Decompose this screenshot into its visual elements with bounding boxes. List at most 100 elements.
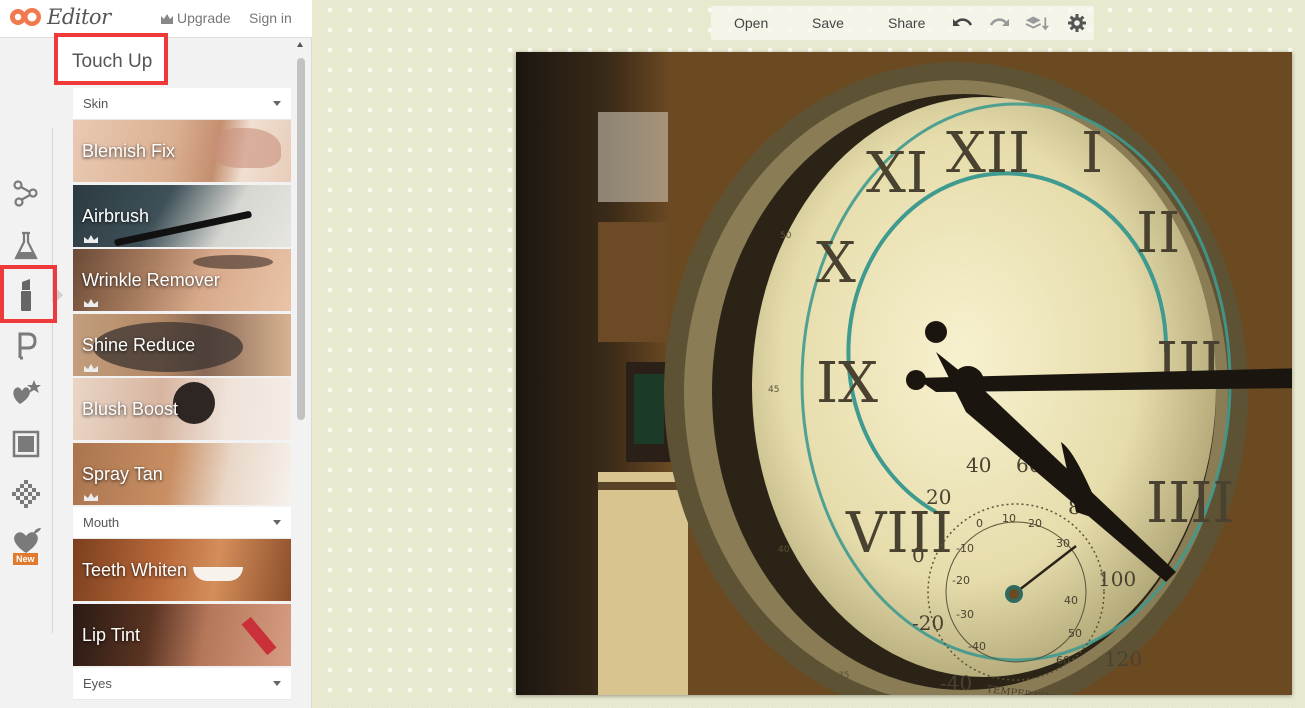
rail-frames[interactable] (4, 424, 48, 464)
gauge-20: 20 (926, 485, 951, 509)
settings-button[interactable] (1065, 11, 1089, 35)
section-mouth-dropdown[interactable]: Mouth (73, 507, 291, 539)
gauge-inner-minus-20: -20 (952, 574, 970, 587)
editor-toolbar: Open Save Share (711, 6, 1094, 40)
flask-icon (14, 231, 38, 260)
undo-icon (953, 18, 973, 26)
tool-category-rail: New (0, 38, 54, 708)
tool-blush-boost[interactable]: Blush Boost (73, 378, 291, 440)
texture-icon (12, 480, 40, 508)
tool-teeth-whiten[interactable]: Teeth Whiten (73, 539, 291, 601)
tile-photo-detail (211, 128, 281, 168)
logo-icon (10, 8, 41, 26)
tile-photo-detail (241, 616, 277, 655)
numeral-x: X (816, 231, 856, 296)
numeral-ix: IX (816, 351, 878, 416)
gauge-inner-60: 60 (1056, 654, 1070, 667)
seasonal-heart-icon (14, 528, 41, 553)
gauge-120: 120 (1104, 647, 1142, 671)
layers-button[interactable] (1025, 11, 1049, 35)
gauge-inner-20: 20 (1028, 517, 1042, 530)
tool-label: Teeth Whiten (82, 560, 188, 580)
gauge-minus-40: -40 (940, 671, 972, 695)
chevron-down-icon (273, 101, 281, 106)
rail-flask[interactable] (4, 226, 48, 266)
layers-sort-icon (1025, 16, 1049, 31)
tile-photo-detail (193, 255, 273, 269)
scroll-thumb[interactable] (297, 58, 305, 420)
stickers-icon (13, 380, 41, 404)
numeral-xi: XI (866, 141, 928, 206)
gauge-inner-0: 0 (976, 517, 983, 530)
tool-wrinkle-remover[interactable]: Wrinkle Remover (73, 249, 291, 311)
gauge-inner-10: 10 (1002, 512, 1016, 525)
numeral-ii: II (1136, 201, 1180, 266)
panel-scrollbar[interactable] (296, 40, 306, 708)
gauge-minus-20: -20 (912, 611, 944, 635)
gear-icon (1068, 14, 1086, 32)
section-skin-dropdown[interactable]: Skin (73, 88, 291, 120)
tool-shine-reduce[interactable]: Shine Reduce (73, 313, 291, 376)
minute-45: 45 (768, 385, 779, 395)
numeral-xii: XII (946, 121, 1030, 186)
frame-icon (12, 430, 40, 458)
touch-up-tool-list: Skin Blemish Fix Airbrush Wrinkle Remove… (73, 88, 291, 700)
crown-icon (161, 13, 173, 24)
tool-blemish-fix[interactable]: Blemish Fix (73, 120, 291, 182)
tool-label: Airbrush (82, 205, 150, 226)
text-p-icon (18, 332, 37, 360)
premium-crown-icon (84, 363, 98, 372)
gauge-inner-minus-40: -40 (968, 640, 986, 653)
tool-label: Wrinkle Remover (82, 270, 220, 290)
chevron-down-icon (273, 681, 281, 686)
tool-label: Blemish Fix (82, 141, 176, 161)
photo-canvas[interactable]: XII I II III IIII VIII IX X XI 55 50 45 … (516, 52, 1292, 695)
rail-effects[interactable] (4, 173, 48, 213)
gauge-inner-minus-30: -30 (956, 608, 974, 621)
section-label: Eyes (83, 676, 112, 691)
gauge-100: 100 (1098, 567, 1136, 591)
rail-textures[interactable] (4, 474, 48, 514)
rail-touch-up[interactable] (4, 275, 48, 315)
gauge-inner-30: 30 (1056, 537, 1070, 550)
rail-text[interactable] (4, 325, 48, 365)
gauge-0: 0 (912, 543, 925, 567)
minute-55: 55 (844, 95, 855, 105)
tool-label: Blush Boost (82, 399, 179, 419)
premium-crown-icon (84, 299, 98, 307)
tool-airbrush[interactable]: Airbrush (73, 184, 291, 247)
tool-spray-tan[interactable]: Spray Tan (73, 442, 291, 505)
tool-label: Lip Tint (82, 624, 141, 645)
tile-photo-detail (193, 567, 243, 581)
share-button[interactable]: Share (888, 15, 925, 31)
chevron-down-icon (273, 520, 281, 525)
upgrade-link[interactable]: Upgrade (160, 10, 231, 26)
minute-40: 40 (778, 545, 790, 555)
section-eyes-dropdown[interactable]: Eyes (73, 668, 291, 700)
app-logo[interactable]: Editor (8, 5, 111, 29)
panel-title: Touch Up (72, 51, 153, 72)
seasonal-wrap: New (9, 526, 43, 566)
numeral-viii: VIII (845, 501, 953, 566)
redo-icon (989, 18, 1009, 26)
app-name: Editor (47, 5, 111, 29)
rail-seasonal[interactable]: New (4, 524, 48, 568)
scroll-up-arrow-icon[interactable] (297, 42, 303, 47)
gauge-inner-50: 50 (1068, 627, 1082, 640)
minute-50: 50 (780, 231, 792, 241)
clock-photo: XII I II III IIII VIII IX X XI 55 50 45 … (516, 52, 1292, 695)
tool-lip-tint[interactable]: Lip Tint (73, 603, 291, 666)
numeral-i: I (1081, 121, 1103, 186)
gauge-40: 40 (966, 453, 991, 477)
lipstick-icon (21, 279, 31, 311)
sign-in-link[interactable]: Sign in (249, 10, 292, 26)
rail-stickers[interactable] (4, 373, 48, 413)
tile-photo-detail (173, 382, 215, 424)
redo-button[interactable] (987, 11, 1011, 35)
save-button[interactable]: Save (812, 15, 844, 31)
undo-button[interactable] (951, 11, 975, 35)
open-button[interactable]: Open (734, 15, 768, 31)
upgrade-label: Upgrade (177, 10, 231, 26)
premium-crown-icon (84, 234, 98, 243)
gauge-inner-minus-10: -10 (956, 542, 974, 555)
